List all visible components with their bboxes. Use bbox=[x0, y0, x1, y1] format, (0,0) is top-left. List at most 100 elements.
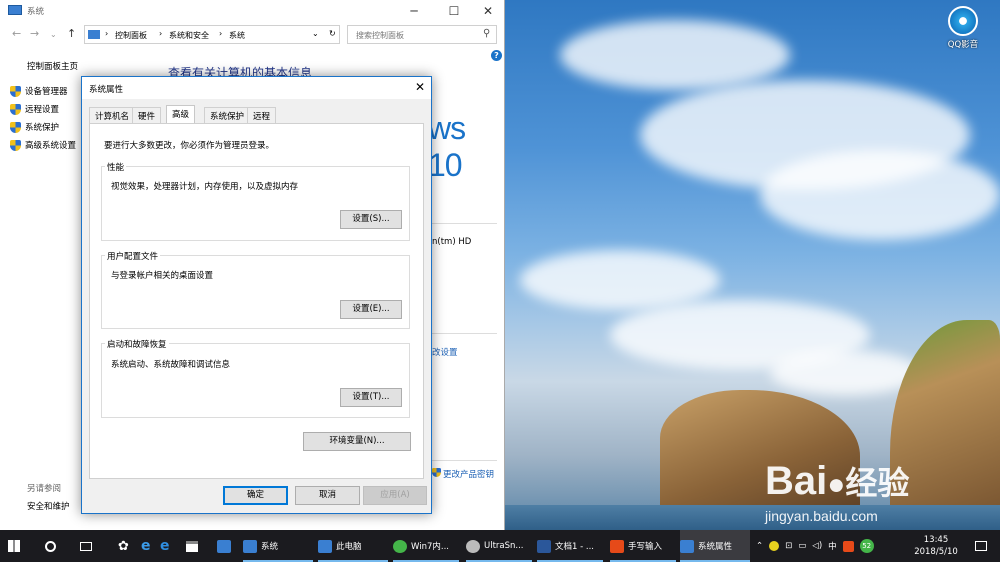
clock[interactable]: 13:45 2018/5/10 bbox=[906, 530, 966, 562]
tab-computer-name[interactable]: 计算机名 bbox=[89, 107, 136, 123]
taskbar-item-handwriting[interactable]: 手写输入 bbox=[610, 530, 676, 562]
breadcrumb-item-control-panel[interactable]: 控制面板 bbox=[115, 30, 147, 41]
breadcrumb-sep-1: › bbox=[105, 29, 109, 38]
processor-text: n(tm) HD bbox=[432, 237, 472, 247]
back-arrow-icon[interactable]: ← bbox=[12, 27, 21, 40]
app-tray-icon[interactable] bbox=[769, 541, 780, 551]
minimize-button[interactable]: ─ bbox=[396, 0, 432, 22]
cortana-button[interactable] bbox=[45, 530, 56, 562]
edge-icon: e bbox=[160, 538, 170, 554]
up-arrow-icon[interactable]: ↑ bbox=[67, 27, 76, 40]
sidebar-item-label: 高级系统设置 bbox=[25, 141, 77, 151]
sidebar-home-link[interactable]: 控制面板主页 bbox=[27, 60, 78, 72]
tab-hardware[interactable]: 硬件 bbox=[132, 107, 162, 123]
sidebar-item-system-protection[interactable]: 系统保护 bbox=[10, 121, 59, 133]
dialog-close-button[interactable]: ✕ bbox=[415, 80, 425, 94]
address-dropdown-icon[interactable]: ⌄ bbox=[312, 29, 319, 38]
environment-variables-button[interactable]: 环境变量(N)... bbox=[303, 432, 411, 451]
shield-icon bbox=[10, 121, 21, 133]
ie-icon: e bbox=[141, 538, 151, 554]
taskbar-item-this-pc[interactable]: 此电脑 bbox=[318, 530, 388, 562]
store-icon bbox=[186, 540, 198, 552]
sidebar-item-label: 系统保护 bbox=[25, 123, 60, 133]
notification-count-badge[interactable]: 52 bbox=[859, 539, 874, 553]
store-button[interactable] bbox=[186, 530, 198, 562]
see-also-title: 另请参阅 bbox=[27, 484, 62, 494]
show-hidden-icons-icon[interactable]: ⌃ bbox=[756, 541, 763, 551]
sidebar-item-label: 远程设置 bbox=[25, 105, 60, 115]
file-explorer-button[interactable] bbox=[217, 530, 231, 562]
edge-button[interactable]: e bbox=[141, 530, 151, 562]
sidebar-item-advanced-settings[interactable]: 高级系统设置 bbox=[10, 139, 76, 151]
clock-time: 13:45 bbox=[923, 535, 949, 545]
qq-player-icon bbox=[948, 6, 978, 36]
breadcrumb-item-system-security[interactable]: 系统和安全 bbox=[169, 30, 209, 41]
tab-remote[interactable]: 远程 bbox=[247, 107, 277, 123]
address-icon bbox=[88, 30, 100, 39]
monitor-icon bbox=[243, 539, 257, 553]
app-icon: ✿ bbox=[118, 538, 129, 554]
search-input[interactable]: 搜索控制面板 bbox=[347, 25, 497, 44]
change-product-key-label: 更改产品密钥 bbox=[443, 470, 495, 480]
qq-player-label: QQ影音 bbox=[947, 40, 979, 50]
breadcrumb-item-system[interactable]: 系统 bbox=[229, 30, 245, 41]
task-view-button[interactable] bbox=[80, 530, 92, 562]
monitor-icon bbox=[680, 539, 694, 553]
address-bar[interactable]: › 控制面板 › 系统和安全 › 系统 ⌄ ↻ bbox=[84, 25, 340, 44]
performance-group bbox=[101, 166, 410, 241]
taskbar-item-label: 此电脑 bbox=[336, 542, 362, 552]
performance-settings-button[interactable]: 设置(S)... bbox=[340, 210, 402, 229]
folder-icon bbox=[217, 539, 231, 553]
shield-icon bbox=[10, 103, 21, 115]
maximize-button[interactable]: ☐ bbox=[436, 0, 472, 22]
sidebar-item-device-manager[interactable]: 设备管理器 bbox=[10, 85, 68, 97]
battery-icon[interactable]: ▭ bbox=[798, 541, 806, 551]
taskbar-item-system-properties[interactable]: 系统属性 bbox=[680, 530, 750, 562]
user-profiles-settings-button[interactable]: 设置(E)... bbox=[340, 300, 402, 319]
taskbar-item-system[interactable]: 系统 bbox=[243, 530, 313, 562]
browser-icon bbox=[393, 539, 407, 553]
section-divider bbox=[432, 223, 497, 224]
admin-note: 要进行大多数更改，你必须作为管理员登录。 bbox=[104, 141, 275, 151]
sogou-tray-icon[interactable] bbox=[842, 540, 854, 552]
section-divider bbox=[432, 460, 497, 461]
taskbar-item-win7[interactable]: Win7内... bbox=[393, 530, 459, 562]
dialog-titlebar[interactable]: 系统属性 ✕ bbox=[82, 77, 431, 99]
pinned-app-button[interactable]: ✿ bbox=[118, 530, 129, 562]
recent-chevron-icon[interactable]: ⌄ bbox=[50, 30, 57, 39]
see-also-security-link[interactable]: 安全和维护 bbox=[27, 500, 70, 512]
tab-advanced[interactable]: 高级 bbox=[166, 105, 196, 124]
start-button[interactable] bbox=[8, 530, 30, 562]
taskbar-item-ultrasnap[interactable]: UltraSn... bbox=[466, 530, 532, 562]
network-icon[interactable]: ⊡ bbox=[785, 541, 792, 551]
close-button[interactable]: ✕ bbox=[470, 0, 506, 22]
sidebar-item-remote-settings[interactable]: 远程设置 bbox=[10, 103, 59, 115]
windows-edition-text: ws 10 bbox=[428, 110, 466, 183]
qq-player-shortcut[interactable]: QQ影音 bbox=[940, 6, 986, 56]
camera-icon bbox=[466, 539, 480, 553]
action-center-button[interactable] bbox=[975, 530, 987, 562]
edge-button[interactable]: e bbox=[160, 530, 170, 562]
taskbar-item-word[interactable]: 文档1 - ... bbox=[537, 530, 603, 562]
system-properties-dialog: 系统属性 ✕ 计算机名 硬件 高级 系统保护 远程 要进行大多数更改，你必须作为… bbox=[81, 76, 432, 514]
change-settings-link[interactable]: 改设置 bbox=[432, 346, 458, 358]
ok-button[interactable]: 确定 bbox=[223, 486, 288, 505]
breadcrumb-sep-2: › bbox=[159, 29, 163, 38]
refresh-icon[interactable]: ↻ bbox=[329, 29, 336, 38]
shield-icon bbox=[10, 85, 21, 97]
computer-icon bbox=[318, 539, 332, 553]
forward-arrow-icon[interactable]: → bbox=[30, 27, 39, 40]
change-product-key-link[interactable]: 更改产品密钥 bbox=[432, 468, 494, 480]
startup-recovery-settings-button[interactable]: 设置(T)... bbox=[340, 388, 402, 407]
cancel-button[interactable]: 取消 bbox=[295, 486, 360, 505]
sogou-icon bbox=[610, 539, 624, 553]
shield-icon bbox=[432, 468, 441, 477]
help-icon[interactable]: ? bbox=[491, 50, 502, 61]
system-window-titlebar[interactable]: 系统 ─ ☐ ✕ bbox=[0, 0, 504, 22]
tab-system-protection[interactable]: 系统保护 bbox=[204, 107, 251, 123]
volume-icon[interactable]: ◁) bbox=[812, 541, 822, 551]
apply-button[interactable]: 应用(A) bbox=[363, 486, 427, 505]
startup-recovery-desc: 系统启动、系统故障和调试信息 bbox=[111, 360, 231, 370]
ime-indicator[interactable]: 中 bbox=[828, 540, 837, 552]
taskbar: ✿ e e 系统 此电脑 Win7内... UltraSn... 文档1 - .… bbox=[0, 530, 1000, 562]
